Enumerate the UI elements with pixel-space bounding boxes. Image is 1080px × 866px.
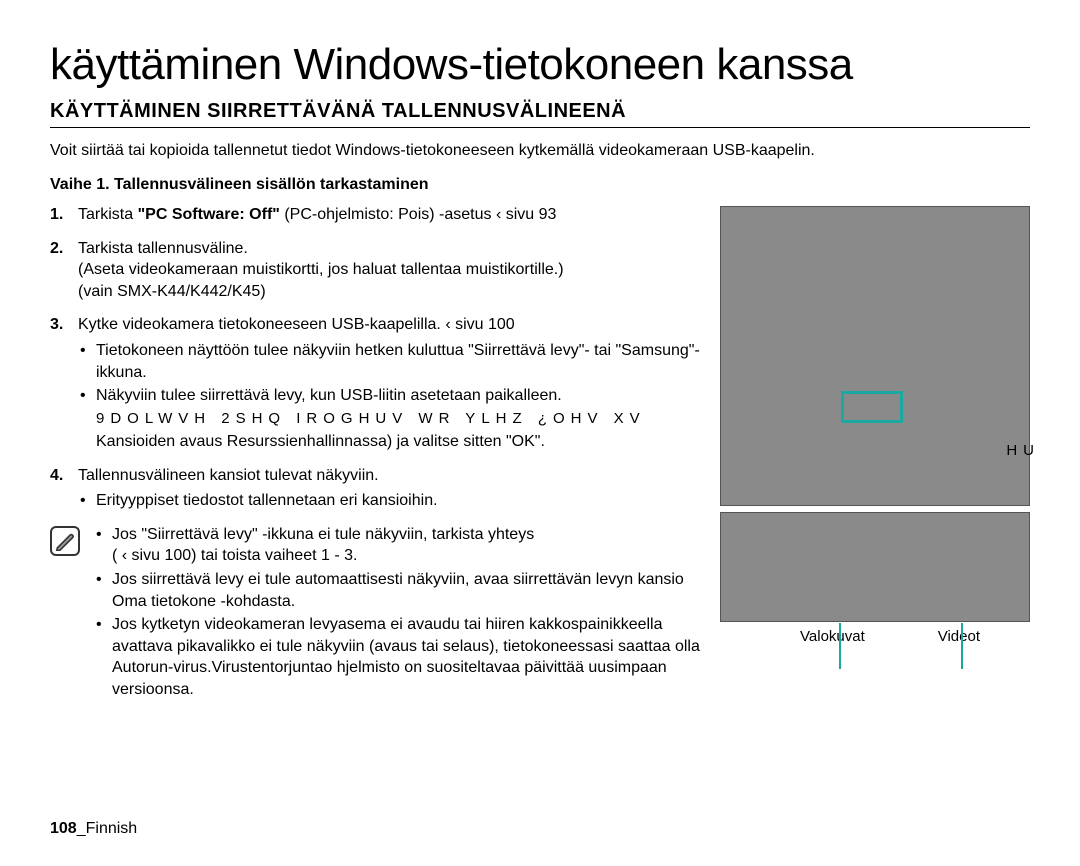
note-block: Jos "Siirrettävä levy" -ikkuna ei tule n… [50,524,700,703]
callout-line [839,623,841,669]
item-text: Tarkista tallennusväline. [78,240,248,257]
item-number: 2. [50,238,63,260]
sub-item: Erityyppiset tiedostot tallennetaan eri … [78,490,700,512]
sub-item: Näkyviin tulee siirrettävä levy, kun USB… [78,385,700,452]
figure-placeholder-bottom [720,512,1030,622]
instruction-column: 1. Tarkista "PC Software: Off" (PC-ohjel… [50,204,700,703]
item-text: Kytke videokamera tietokoneeseen USB-kaa… [78,316,515,333]
sub-item: Tietokoneen näyttöön tulee näkyviin hetk… [78,340,700,383]
item-number: 4. [50,465,63,487]
note-item: Jos "Siirrettävä levy" -ikkuna ei tule n… [94,524,700,567]
item-text: Kansioiden avaus Resurssienhallinnassa) … [96,433,545,450]
note-item: Jos siirrettävä levy ei tule automaattis… [94,569,700,612]
note-item: Jos kytketyn videokameran levyasema ei a… [94,614,700,700]
note-text: Jos "Siirrettävä levy" -ikkuna ei tule n… [112,526,534,543]
list-item: 3. Kytke videokamera tietokoneeseen USB-… [50,314,700,452]
item-text: Näkyviin tulee siirrettävä levy, kun USB… [96,387,562,404]
item-text: Tallennusvälineen kansiot tulevat näkyvi… [78,467,379,484]
item-text: (Aseta videokameraan muistikortti, jos h… [78,261,564,278]
list-item: 2. Tarkista tallennusväline. (Aseta vide… [50,238,700,303]
callout-line [961,623,963,669]
garbled-tail: HU [1006,442,1040,459]
note-text: ( ‹ sivu 100) tai toista vaiheet 1 - 3. [112,547,357,564]
list-item: 4. Tallennusvälineen kansiot tulevat näk… [50,465,700,512]
garbled-text: 9DOLWVH 2SHQ IROGHUV WR YLHZ ¿OHV XV [96,409,700,429]
bold-label: "PC Software: Off" [138,206,280,223]
note-icon [50,526,80,556]
item-text: Tarkista [78,206,138,223]
item-number: 3. [50,314,63,336]
footer-sep: _ [77,820,86,837]
step-heading: Vaihe 1. Tallennusvälineen sisällön tark… [50,176,1030,194]
figure-placeholder-top [720,206,1030,506]
caption-videos: Videot [938,628,980,645]
item-text: (PC-ohjelmisto: Pois) -asetus ‹ sivu 93 [280,206,557,223]
intro-text: Voit siirtää tai kopioida tallennetut ti… [50,142,1030,160]
page-footer: 108_Finnish [50,820,137,838]
footer-lang: Finnish [86,820,138,837]
highlight-rect [841,391,903,423]
caption-photos: Valokuvat [800,628,865,645]
figure-column: Valokuvat Videot [720,204,1030,645]
item-text: (vain SMX-K44/K442/K45) [78,283,266,300]
section-heading: KÄYTTÄMINEN SIIRRETTÄVÄNÄ TALLENNUSVÄLIN… [50,100,1030,128]
list-item: 1. Tarkista "PC Software: Off" (PC-ohjel… [50,204,700,226]
page-number: 108 [50,820,77,837]
page-title: käyttäminen Windows-tietokoneen kanssa [50,40,1030,90]
item-number: 1. [50,204,63,226]
